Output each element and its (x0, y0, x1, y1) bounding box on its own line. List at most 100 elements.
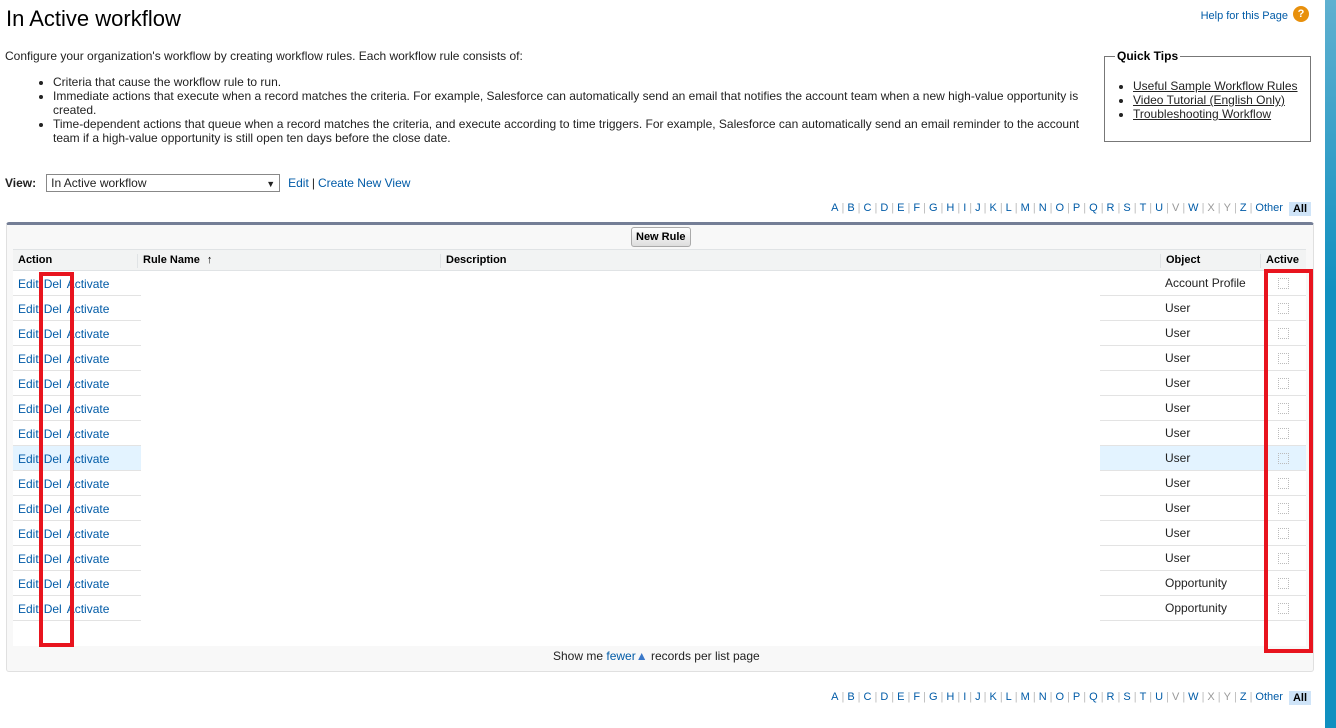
view-label: View: (5, 176, 37, 190)
alpha-filter-j[interactable]: J (972, 202, 984, 216)
tip-link-sample-rules[interactable]: Useful Sample Workflow Rules (1133, 79, 1298, 93)
alpha-filter-d[interactable]: D (877, 202, 891, 216)
col-rule-name[interactable]: Rule Name ↑ (137, 254, 212, 268)
alpha-filter-p[interactable]: P (1070, 202, 1083, 216)
col-object[interactable]: Object (1160, 254, 1200, 268)
alpha-filter-y[interactable]: Y (1221, 202, 1234, 216)
edit-link[interactable]: Edit (18, 277, 39, 291)
alpha-filter-t[interactable]: T (1137, 202, 1150, 216)
dropdown-arrow-icon: ▼ (266, 179, 276, 189)
alpha-filter-k[interactable]: K (986, 202, 999, 216)
alpha-filter-v[interactable]: V (1169, 202, 1182, 216)
action-cell: Edit Del Activate (13, 596, 141, 621)
alpha-filter-z[interactable]: Z (1237, 691, 1250, 705)
alpha-filter-i[interactable]: I (960, 202, 969, 216)
alpha-filter-f[interactable]: F (910, 691, 923, 705)
alpha-filter-g[interactable]: G (926, 691, 941, 705)
alpha-filter-g[interactable]: G (926, 202, 941, 216)
action-cell: Edit Del Activate (13, 321, 141, 346)
alpha-filter-u[interactable]: U (1152, 691, 1166, 705)
alpha-filter-v[interactable]: V (1169, 691, 1182, 705)
edit-link[interactable]: Edit (18, 352, 39, 366)
edit-link[interactable]: Edit (18, 502, 39, 516)
edit-link[interactable]: Edit (18, 577, 39, 591)
edit-link[interactable]: Edit (18, 377, 39, 391)
alpha-filter-all[interactable]: All (1288, 202, 1311, 216)
alpha-filter-l[interactable]: L (1003, 202, 1015, 216)
action-cell: Edit Del Activate (13, 546, 141, 571)
create-new-view-link[interactable]: Create New View (318, 176, 410, 190)
tip-link-video-tutorial[interactable]: Video Tutorial (English Only) (1133, 93, 1285, 107)
alpha-filter-m[interactable]: M (1018, 691, 1033, 705)
alpha-filter-all[interactable]: All (1288, 691, 1311, 705)
edit-link[interactable]: Edit (18, 552, 39, 566)
alpha-filter-n[interactable]: N (1036, 202, 1050, 216)
edit-link[interactable]: Edit (18, 527, 39, 541)
alpha-filter-x[interactable]: X (1204, 202, 1217, 216)
alpha-filter-p[interactable]: P (1070, 691, 1083, 705)
col-description[interactable]: Description (440, 254, 507, 268)
alpha-filter-other[interactable]: Other (1252, 691, 1286, 705)
alpha-filter-n[interactable]: N (1036, 691, 1050, 705)
alpha-filter-c[interactable]: C (861, 202, 875, 216)
alpha-filter-q[interactable]: Q (1086, 691, 1101, 705)
alpha-filter-s[interactable]: S (1120, 202, 1133, 216)
alpha-filter-b[interactable]: B (844, 691, 857, 705)
edit-link[interactable]: Edit (18, 327, 39, 341)
alpha-filter-a[interactable]: A (828, 691, 841, 705)
edit-view-link[interactable]: Edit (288, 176, 309, 190)
page-title: In Active workflow (6, 6, 181, 31)
footer-suffix: records per list page (650, 649, 760, 663)
alpha-filter-k[interactable]: K (986, 691, 999, 705)
alpha-filter-q[interactable]: Q (1086, 202, 1101, 216)
alpha-filter-x[interactable]: X (1204, 691, 1217, 705)
alpha-filter-z[interactable]: Z (1237, 202, 1250, 216)
footer-prefix: Show me (553, 649, 604, 663)
tip-link-troubleshooting[interactable]: Troubleshooting Workflow (1133, 107, 1271, 121)
alpha-filter-h[interactable]: H (943, 202, 957, 216)
action-cell: Edit Del Activate (13, 346, 141, 371)
table-row: Edit Del Activate User (13, 296, 1306, 321)
alpha-filter-r[interactable]: R (1104, 202, 1118, 216)
quick-tips-box: Quick Tips Useful Sample Workflow Rules … (1104, 49, 1311, 142)
edit-link[interactable]: Edit (18, 477, 39, 491)
alpha-filter-other[interactable]: Other (1252, 202, 1286, 216)
alpha-filter-d[interactable]: D (877, 691, 891, 705)
alpha-filter-h[interactable]: H (943, 691, 957, 705)
edit-link[interactable]: Edit (18, 302, 39, 316)
col-active[interactable]: Active (1260, 254, 1299, 268)
alpha-filter-y[interactable]: Y (1221, 691, 1234, 705)
alpha-filter-e[interactable]: E (894, 202, 907, 216)
show-fewer-link[interactable]: fewer (606, 649, 635, 663)
alpha-filter-w[interactable]: W (1185, 202, 1201, 216)
alpha-filter-s[interactable]: S (1120, 691, 1133, 705)
alpha-filter-a[interactable]: A (828, 202, 841, 216)
table-row: Edit Del Activate Opportunity (13, 571, 1306, 596)
alpha-filter-o[interactable]: O (1053, 691, 1068, 705)
alpha-filter-e[interactable]: E (894, 691, 907, 705)
edit-link[interactable]: Edit (18, 452, 39, 466)
edit-link[interactable]: Edit (18, 602, 39, 616)
alpha-filter-c[interactable]: C (861, 691, 875, 705)
alpha-filter-b[interactable]: B (844, 202, 857, 216)
action-cell: Edit Del Activate (13, 396, 141, 421)
alpha-filter-i[interactable]: I (960, 691, 969, 705)
table-row: Edit Del Activate User (13, 521, 1306, 546)
help-link[interactable]: Help for this Page (1201, 10, 1288, 22)
edit-link[interactable]: Edit (18, 402, 39, 416)
triangle-up-icon[interactable]: ▲ (636, 649, 648, 663)
alpha-filter-o[interactable]: O (1053, 202, 1068, 216)
alpha-filter-j[interactable]: J (972, 691, 984, 705)
view-select[interactable]: In Active workflow ▼ (46, 174, 281, 192)
alpha-filter-u[interactable]: U (1152, 202, 1166, 216)
alpha-filter-r[interactable]: R (1104, 691, 1118, 705)
alpha-filter-w[interactable]: W (1185, 691, 1201, 705)
alpha-filter-m[interactable]: M (1018, 202, 1033, 216)
alpha-filter-t[interactable]: T (1137, 691, 1150, 705)
alpha-filter-l[interactable]: L (1003, 691, 1015, 705)
edit-link[interactable]: Edit (18, 427, 39, 441)
new-rule-button[interactable]: New Rule (631, 227, 691, 247)
help-icon[interactable]: ? (1293, 6, 1309, 22)
alpha-filter-f[interactable]: F (910, 202, 923, 216)
action-cell: Edit Del Activate (13, 471, 141, 496)
